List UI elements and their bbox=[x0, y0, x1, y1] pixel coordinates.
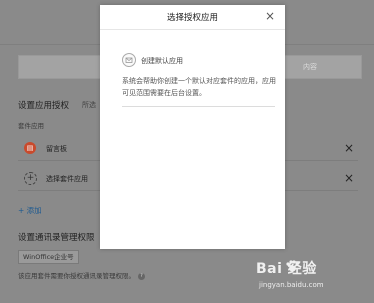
app-tag: WinOffice企业号 bbox=[18, 250, 79, 264]
authorization-section-hint: 所选 bbox=[82, 101, 96, 109]
tab-right[interactable]: 内容 bbox=[303, 62, 317, 72]
add-link[interactable]: + 添加 bbox=[18, 205, 42, 216]
message-board-icon: ▤ bbox=[24, 142, 36, 154]
select-suite-app-label[interactable]: 选择套件应用 bbox=[46, 174, 88, 184]
remove-app-button[interactable]: × bbox=[344, 141, 354, 155]
contacts-permission-note: 该应用套件需要你授权通讯录管理权限。? bbox=[18, 270, 145, 280]
suite-apps-label: 套件应用 bbox=[18, 122, 44, 130]
plus-circle-icon: + bbox=[24, 172, 37, 185]
contacts-section-title: 设置通讯录管理权限 bbox=[18, 233, 95, 243]
baidu-jingyan-watermark: Bai 经验 jingyan.baidu.com bbox=[256, 258, 370, 300]
app-name: 留言板 bbox=[46, 145, 67, 153]
authorization-section-title: 设置应用授权 bbox=[18, 101, 70, 111]
close-icon[interactable]: × bbox=[264, 10, 276, 22]
remove-app-button[interactable]: × bbox=[344, 171, 354, 185]
create-default-app-option[interactable]: 创建默认应用 bbox=[141, 56, 183, 66]
dialog-header: 选择授权应用 × bbox=[100, 5, 285, 30]
paw-icon bbox=[286, 260, 299, 272]
watermark-url: jingyan.baidu.com bbox=[259, 281, 324, 289]
dialog-divider bbox=[122, 106, 275, 107]
contacts-permission-note-text: 该应用套件需要你授权通讯录管理权限。 bbox=[18, 272, 135, 280]
dialog-title: 选择授权应用 bbox=[166, 13, 218, 23]
envelope-icon bbox=[125, 57, 133, 63]
dialog-description: 系统会帮助你创建一个默认对应套件的应用，应用可见范围需要在后台设置。 bbox=[122, 77, 276, 97]
select-authorized-app-dialog: 选择授权应用 × 创建默认应用 系统会帮助你创建一个默认对应套件的应用，应用可见… bbox=[100, 5, 285, 249]
help-icon[interactable]: ? bbox=[138, 272, 145, 280]
default-app-icon[interactable] bbox=[122, 53, 136, 67]
